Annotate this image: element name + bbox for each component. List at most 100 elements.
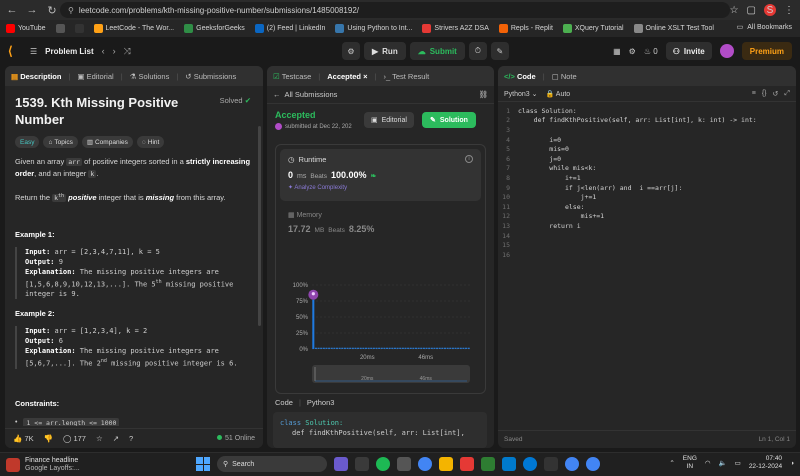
language-indicator[interactable]: ENG IN: [683, 455, 697, 471]
runtime-distribution-chart[interactable]: 100% 75% 50% 25% 0% 20ms 46ms 20ms 46ms: [280, 265, 490, 385]
analyze-complexity-link[interactable]: ✦ Analyze Complexity: [288, 184, 473, 191]
shuffle-icon[interactable]: ⤨: [124, 46, 131, 57]
solution-button[interactable]: ✎ Solution: [422, 112, 476, 128]
tab-test-result[interactable]: ›_ Test Result: [383, 72, 429, 81]
bookmark-item[interactable]: Strivers A2Z DSA: [422, 24, 489, 33]
windows-start-icon[interactable]: [196, 457, 210, 471]
menu-icon[interactable]: ⋮: [784, 5, 794, 16]
submit-button[interactable]: ☁ Submit: [409, 42, 465, 60]
terminal-icon[interactable]: [397, 457, 411, 471]
invite-button[interactable]: ⚇ Invite: [665, 42, 712, 60]
info-icon[interactable]: i: [465, 155, 473, 163]
favorite-icon[interactable]: ☆: [96, 434, 103, 443]
tab-accepted[interactable]: Accepted ×: [327, 72, 367, 81]
debug-icon[interactable]: ⚙: [342, 42, 360, 60]
taskbar-search[interactable]: ⚲ Search: [217, 456, 327, 472]
topics-tag[interactable]: ⌂ Topics: [43, 136, 78, 148]
share-icon[interactable]: ↗: [113, 434, 119, 443]
layout-icon[interactable]: ▦: [613, 47, 621, 56]
bookmark-item[interactable]: YouTube: [6, 24, 46, 33]
bookmark-item[interactable]: LeetCode - The Wor...: [93, 24, 174, 33]
reload-icon[interactable]: ↻: [44, 2, 60, 18]
chrome-profile-icon[interactable]: [586, 457, 600, 471]
file-explorer-icon[interactable]: [439, 457, 453, 471]
mail-icon[interactable]: [460, 457, 474, 471]
wifi-icon[interactable]: ◠: [705, 459, 711, 467]
bookmark-item[interactable]: XQuery Tutorial: [562, 24, 624, 33]
note-icon[interactable]: ✎: [490, 42, 509, 60]
braces-icon[interactable]: {}: [762, 90, 767, 98]
tab-testcase[interactable]: ☑ Testcase: [273, 72, 311, 81]
task-view-icon[interactable]: [355, 457, 369, 471]
problem-list-link[interactable]: Problem List: [45, 47, 93, 56]
user-avatar[interactable]: [719, 44, 734, 58]
volume-icon[interactable]: 🔈: [719, 459, 727, 467]
forward-icon[interactable]: →: [24, 2, 40, 18]
profile-avatar[interactable]: S: [764, 4, 776, 16]
fullscreen-icon[interactable]: ⤢: [784, 90, 790, 98]
format-icon[interactable]: ≡: [752, 90, 756, 98]
bookmark-item[interactable]: Online XSLT Test Tool: [633, 24, 714, 33]
problem-list-icon[interactable]: ☰: [30, 47, 37, 56]
prev-problem-icon[interactable]: ‹: [102, 46, 105, 56]
bookmark-item[interactable]: GeeksforGeeks: [184, 24, 245, 33]
clock[interactable]: 07:40 22-12-2024: [749, 455, 782, 471]
link-icon[interactable]: ⛓: [478, 90, 488, 99]
companies-tag[interactable]: ▥ Companies: [81, 136, 133, 148]
vscode-icon[interactable]: [502, 457, 516, 471]
site-info-icon[interactable]: ⚲: [68, 6, 74, 15]
spotify-icon[interactable]: [376, 457, 390, 471]
memory-card[interactable]: ▦ Memory 17.72 MB Beats 8.25%: [280, 205, 481, 240]
settings-icon[interactable]: ⚙: [629, 47, 636, 56]
back-icon[interactable]: ←: [4, 2, 20, 18]
battery-icon[interactable]: ▭: [735, 459, 741, 467]
copilot-icon[interactable]: [334, 457, 348, 471]
hint-tag[interactable]: ◌ Hint: [136, 136, 165, 148]
next-problem-icon[interactable]: ›: [113, 46, 116, 56]
news-widget[interactable]: Finance headline Google Layoffs:...: [0, 457, 80, 473]
reset-icon[interactable]: ↺: [773, 90, 779, 98]
bookmark-item[interactable]: Repls - Replit: [498, 24, 553, 33]
tab-code[interactable]: </> Code: [504, 72, 536, 81]
runtime-card[interactable]: ◷ Runtime i 0 ms Beats 100.00% ❧ ✦ Analyze Co…: [280, 149, 481, 201]
extensions-icon[interactable]: ▢: [747, 5, 756, 16]
tab-note[interactable]: ▢ Note: [552, 72, 577, 81]
premium-button[interactable]: Premium: [741, 42, 792, 60]
auto-toggle[interactable]: 🔒 Auto: [546, 90, 571, 98]
bookmark-item[interactable]: [55, 24, 65, 33]
back-arrow-icon[interactable]: ←: [273, 90, 281, 99]
histogram-bar: [346, 347, 349, 349]
like-button[interactable]: 👍 7K: [13, 434, 34, 443]
bookmark-item[interactable]: (2) Feed | LinkedIn: [254, 24, 325, 33]
app-icon[interactable]: [544, 457, 558, 471]
description-scrollbar[interactable]: [258, 126, 261, 326]
tab-editorial[interactable]: ▣ Editorial: [77, 72, 113, 81]
run-button[interactable]: ▶ Run: [364, 42, 406, 60]
tab-submissions[interactable]: ↺ Submissions: [185, 72, 236, 81]
star-icon[interactable]: ☆: [730, 5, 739, 16]
language-select[interactable]: Python3 ⌄: [504, 90, 538, 98]
timer-icon[interactable]: ⏱: [468, 42, 487, 60]
bookmark-item[interactable]: [74, 24, 84, 33]
leetcode-logo-icon[interactable]: ⟨: [8, 44, 22, 58]
address-bar[interactable]: ⚲ leetcode.com/problems/kth-missing-posi…: [60, 2, 730, 18]
streak-counter[interactable]: ♨ 0: [644, 47, 658, 56]
help-icon[interactable]: ?: [129, 434, 133, 443]
close-tab-icon[interactable]: ×: [363, 72, 367, 81]
dislike-icon[interactable]: 👎: [44, 434, 53, 443]
comments-button[interactable]: ◯ 177: [63, 434, 86, 443]
notifications-icon[interactable]: ◑: [790, 460, 794, 467]
editorial-button[interactable]: ▣ Editorial: [364, 112, 414, 128]
edge-icon[interactable]: [523, 457, 537, 471]
all-submissions-link[interactable]: All Submissions: [285, 90, 338, 99]
all-bookmarks[interactable]: ▭ All Bookmarks: [737, 23, 792, 32]
tab-description[interactable]: ▤ Description: [11, 72, 61, 81]
app-icon[interactable]: [481, 457, 495, 471]
chrome-profile-icon[interactable]: [565, 457, 579, 471]
tab-solutions[interactable]: ⚗ Solutions: [130, 72, 170, 81]
bookmark-item[interactable]: Using Python to Int...: [335, 24, 412, 33]
tray-chevron-icon[interactable]: ⌃: [669, 459, 674, 467]
code-editor[interactable]: 1 class Solution: 2 def findKthPositive(se…: [498, 102, 796, 260]
difficulty-badge[interactable]: Easy: [15, 136, 40, 148]
chrome-icon[interactable]: [418, 457, 432, 471]
